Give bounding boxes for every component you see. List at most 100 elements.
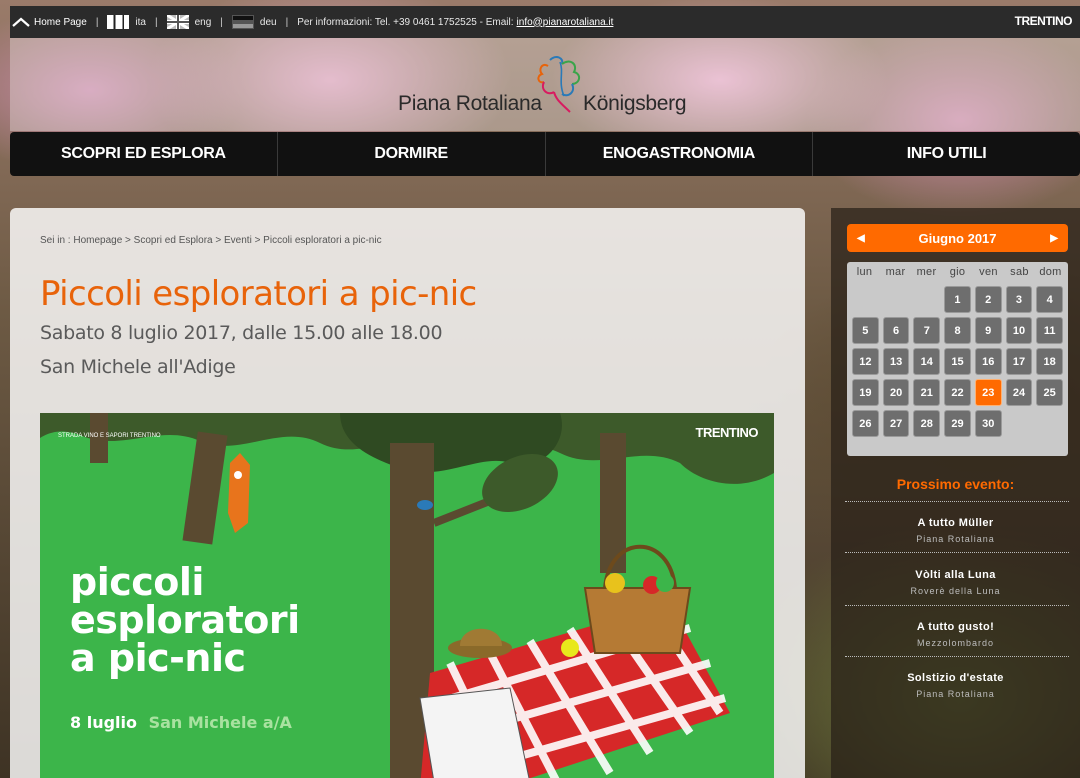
calendar-day[interactable]: 3 xyxy=(1005,286,1033,313)
logo-text-piana-rotaliana[interactable]: Piana Rotaliana xyxy=(398,92,542,116)
calendar-day[interactable]: 30 xyxy=(974,410,1002,437)
calendar-grid: 1 2 3 4 5 6 7 8 9 10 11 12 13 14 15 16 17 18 19 20 21 22 23 24 2… xyxy=(850,284,1065,439)
weekday-label: mer xyxy=(916,266,937,278)
poster-title-line-1: piccoli xyxy=(70,560,204,604)
calendar-day[interactable]: 17 xyxy=(1005,348,1033,375)
event-place: Roverè della Luna xyxy=(910,586,1001,596)
poster-title-line-3: a pic-nic xyxy=(70,636,246,680)
calendar-day[interactable]: 14 xyxy=(913,348,941,375)
calendar: lun mar mer gio ven sab dom 1 2 3 4 5 6 7 8 9 10 1… xyxy=(847,262,1068,456)
event-item[interactable]: Vòlti alla Luna Roverè della Luna xyxy=(831,569,1080,596)
calendar-day-today[interactable]: 23 xyxy=(974,379,1002,406)
email-link[interactable]: info@pianarotaliana.it xyxy=(517,17,614,28)
weekday-label: ven xyxy=(979,266,998,278)
germany-flag-icon xyxy=(231,15,254,29)
calendar-day[interactable]: 13 xyxy=(882,348,910,375)
event-place: Piana Rotaliana xyxy=(916,534,995,544)
weekday-label: dom xyxy=(1039,266,1062,278)
poster-date-line: 8 luglio San Michele a/A xyxy=(70,713,292,732)
calendar-empty-cell xyxy=(913,286,940,313)
calendar-day[interactable]: 8 xyxy=(944,317,971,344)
nav-scopri-ed-esplora[interactable]: SCOPRI ED ESPLORA xyxy=(10,132,278,176)
calendar-day[interactable]: 20 xyxy=(882,379,910,406)
poster-trentino-logo: TRENTINO xyxy=(695,425,759,440)
calendar-day[interactable]: 26 xyxy=(852,410,879,437)
calendar-day[interactable]: 9 xyxy=(974,317,1002,344)
top-bar: Home Page | ita | eng | deu | Per inform… xyxy=(10,6,1080,38)
calendar-day[interactable]: 15 xyxy=(944,348,971,375)
lang-de-link[interactable]: deu xyxy=(231,15,277,29)
divider xyxy=(845,552,1069,553)
event-item[interactable]: Solstizio d'estate Piana Rotaliana xyxy=(831,672,1080,699)
calendar-day[interactable]: 2 xyxy=(974,286,1002,313)
calendar-empty-cell xyxy=(1036,410,1063,437)
lang-en-label: eng xyxy=(194,16,212,28)
uk-flag-icon xyxy=(166,15,189,29)
calendar-week-row: 26 27 28 29 30 xyxy=(850,408,1065,439)
calendar-day[interactable]: 21 xyxy=(913,379,941,406)
calendar-day[interactable]: 29 xyxy=(944,410,971,437)
poster-date: 8 luglio xyxy=(70,713,137,732)
calendar-header: ◀ Giugno 2017 ▶ xyxy=(847,224,1068,252)
divider xyxy=(845,656,1069,657)
logo-text-konigsberg[interactable]: Königsberg xyxy=(583,92,687,116)
weekday-label: mar xyxy=(885,266,906,278)
lang-en-link[interactable]: eng xyxy=(166,15,212,29)
event-name[interactable]: A tutto Müller xyxy=(831,517,1080,529)
calendar-day[interactable]: 18 xyxy=(1036,348,1064,375)
calendar-day[interactable]: 6 xyxy=(882,317,910,344)
triangle-right-icon[interactable]: ▶ xyxy=(1050,233,1058,244)
home-icon[interactable] xyxy=(12,17,30,27)
next-event-title: Prossimo evento: xyxy=(896,476,1015,492)
calendar-day[interactable]: 22 xyxy=(944,379,971,406)
nav-info-utili[interactable]: INFO UTILI xyxy=(813,132,1080,176)
sidebar: ◀ Giugno 2017 ▶ lun mar mer gio ven sab … xyxy=(831,208,1080,778)
calendar-day[interactable]: 25 xyxy=(1036,379,1064,406)
calendar-day[interactable]: 19 xyxy=(852,379,879,406)
calendar-month: Giugno 2017 xyxy=(918,230,997,246)
weekday-label: lun xyxy=(856,266,873,278)
poster-place: San Michele a/A xyxy=(148,713,292,732)
calendar-day[interactable]: 28 xyxy=(913,410,941,437)
event-item[interactable]: A tutto gusto! Mezzolombardo xyxy=(831,621,1080,648)
calendar-day[interactable]: 27 xyxy=(882,410,910,437)
nav-dormire[interactable]: DORMIRE xyxy=(278,132,546,176)
home-page-link[interactable]: Home Page xyxy=(34,17,87,28)
page-title: Piccoli esploratori a pic-nic xyxy=(40,274,477,314)
calendar-day[interactable]: 1 xyxy=(944,286,971,313)
calendar-day[interactable]: 24 xyxy=(1005,379,1033,406)
calendar-day[interactable]: 4 xyxy=(1036,286,1063,313)
calendar-day[interactable]: 10 xyxy=(1005,317,1033,344)
calendar-weekdays: lun mar mer gio ven sab dom xyxy=(847,262,1068,280)
event-name[interactable]: Vòlti alla Luna xyxy=(831,569,1080,581)
calendar-week-row: 12 13 14 15 16 17 18 xyxy=(850,346,1065,377)
poster-strada-logo: STRADA VINO E SAPORI TRENTINO xyxy=(58,433,161,439)
italy-flag-icon xyxy=(107,15,130,29)
event-place: Mezzolombardo xyxy=(916,638,995,648)
separator: | xyxy=(285,16,289,28)
calendar-day[interactable]: 12 xyxy=(852,348,879,375)
nav-enogastronomia[interactable]: ENOGASTRONOMIA xyxy=(546,132,814,176)
calendar-day[interactable]: 5 xyxy=(852,317,879,344)
event-name[interactable]: Solstizio d'estate xyxy=(831,672,1080,684)
calendar-empty-cell xyxy=(883,286,910,313)
poster-title-line-2: esploratori xyxy=(70,598,300,642)
calendar-day[interactable]: 16 xyxy=(974,348,1002,375)
lang-it-label: ita xyxy=(135,16,146,28)
calendar-day[interactable]: 11 xyxy=(1036,317,1064,344)
separator: | xyxy=(95,16,99,28)
divider xyxy=(845,605,1069,606)
lang-it-link[interactable]: ita xyxy=(107,15,146,29)
event-date: Sabato 8 luglio 2017, dalle 15.00 alle 1… xyxy=(40,322,443,344)
weekday-label: gio xyxy=(949,266,966,278)
event-name[interactable]: A tutto gusto! xyxy=(831,621,1080,633)
breadcrumb[interactable]: Sei in : Homepage > Scopri ed Esplora > … xyxy=(40,235,382,246)
event-poster-image: STRADA VINO E SAPORI TRENTINO TRENTINO p… xyxy=(40,413,774,778)
trentino-logo[interactable]: TRENTINO xyxy=(1015,14,1073,28)
weekday-label: sab xyxy=(1010,266,1029,278)
event-item[interactable]: A tutto Müller Piana Rotaliana xyxy=(831,517,1080,544)
calendar-week-row: 1234 xyxy=(850,284,1065,315)
calendar-day[interactable]: 7 xyxy=(913,317,941,344)
separator: | xyxy=(220,16,223,28)
triangle-left-icon[interactable]: ◀ xyxy=(857,233,865,244)
